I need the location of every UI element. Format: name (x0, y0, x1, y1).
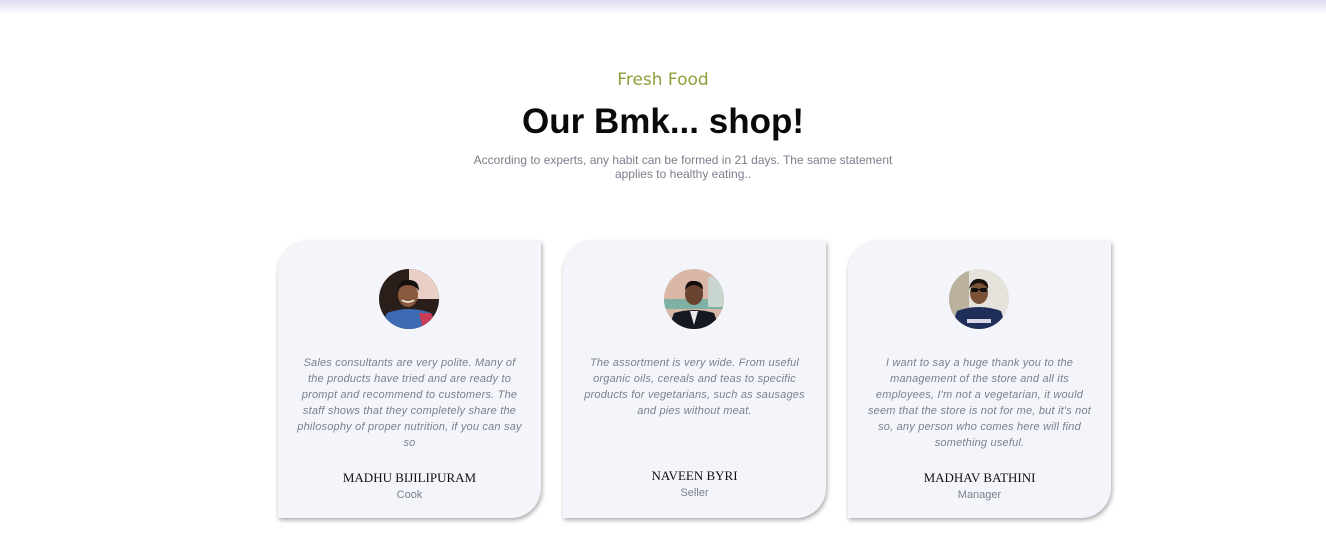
section-subtitle: According to experts, any habit can be f… (473, 153, 893, 181)
section-eyebrow: Fresh Food (617, 70, 709, 90)
section-title: Our Bmk... shop! (522, 102, 804, 141)
person-photo-icon (379, 269, 439, 329)
person-photo-icon (664, 269, 724, 329)
testimonial-quote: Sales consultants are very polite. Many … (297, 357, 522, 449)
avatar (664, 269, 724, 329)
testimonial-name: MADHAV BATHINI (923, 470, 1036, 485)
testimonial-card: I want to say a huge thank you to the ma… (848, 241, 1111, 518)
avatar (379, 269, 439, 329)
avatar (949, 269, 1009, 329)
testimonial-role: Cook (396, 489, 423, 501)
testimonial-name: NAVEEN BYRI (651, 468, 738, 483)
testimonial-name: MADHU BIJILIPURAM (342, 470, 477, 485)
person-photo-icon (949, 269, 1009, 329)
testimonial-role: Seller (680, 487, 709, 499)
testimonial-card: Sales consultants are very polite. Many … (278, 241, 541, 518)
testimonial-quote: The assortment is very wide. From useful… (584, 357, 805, 417)
testimonials-section: Fresh Food Our Bmk... shop! According to… (0, 0, 1326, 545)
testimonial-card: The assortment is very wide. From useful… (563, 241, 826, 518)
testimonial-quote: I want to say a huge thank you to the ma… (867, 357, 1092, 449)
testimonial-role: Manager (957, 489, 1002, 501)
